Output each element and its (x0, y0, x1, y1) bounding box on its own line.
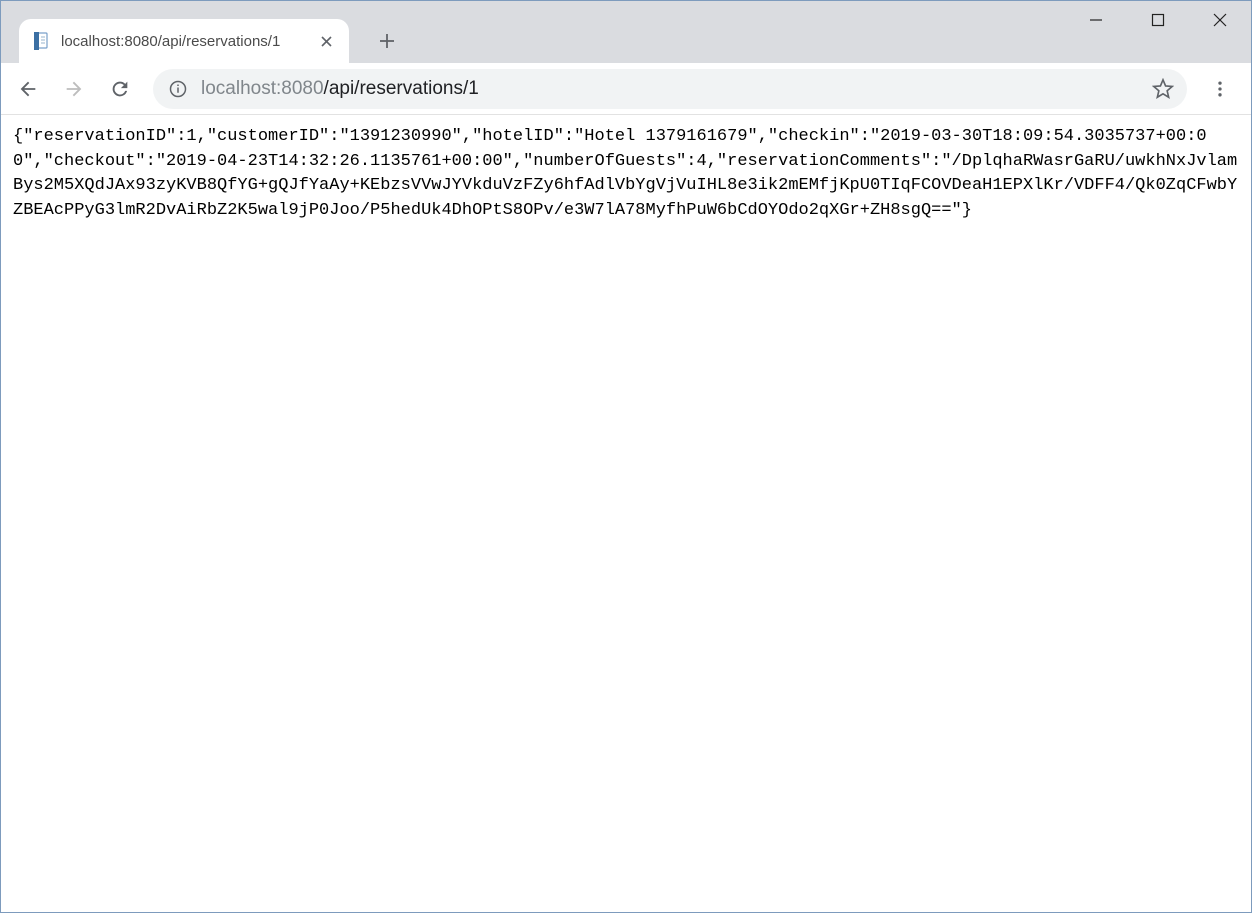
browser-toolbar: localhost:8080/api/reservations/1 (1, 63, 1251, 115)
back-button[interactable] (7, 68, 49, 110)
close-tab-button[interactable] (315, 30, 337, 52)
page-favicon (33, 32, 51, 50)
site-info-icon[interactable] (167, 78, 189, 100)
window-controls (1065, 1, 1251, 39)
address-bar[interactable]: localhost:8080/api/reservations/1 (153, 69, 1187, 109)
url-host: localhost (201, 78, 276, 99)
reload-button[interactable] (99, 68, 141, 110)
maximize-button[interactable] (1127, 1, 1189, 39)
url-port: :8080 (276, 78, 324, 99)
new-tab-button[interactable] (367, 21, 407, 61)
forward-button[interactable] (53, 68, 95, 110)
browser-menu-button[interactable] (1199, 68, 1241, 110)
response-body: {"reservationID":1,"customerID":"1391230… (13, 125, 1239, 224)
minimize-button[interactable] (1065, 1, 1127, 39)
url-display: localhost:8080/api/reservations/1 (201, 78, 1137, 100)
tab-title: localhost:8080/api/reservations/1 (61, 33, 309, 50)
tab-strip: localhost:8080/api/reservations/1 (1, 1, 407, 63)
page-viewport: {"reservationID":1,"customerID":"1391230… (1, 115, 1251, 912)
close-window-button[interactable] (1189, 1, 1251, 39)
url-path: /api/reservations/1 (324, 78, 479, 99)
browser-titlebar: localhost:8080/api/reservations/1 (1, 1, 1251, 63)
bookmark-button[interactable] (1149, 75, 1177, 103)
active-tab[interactable]: localhost:8080/api/reservations/1 (19, 19, 349, 63)
